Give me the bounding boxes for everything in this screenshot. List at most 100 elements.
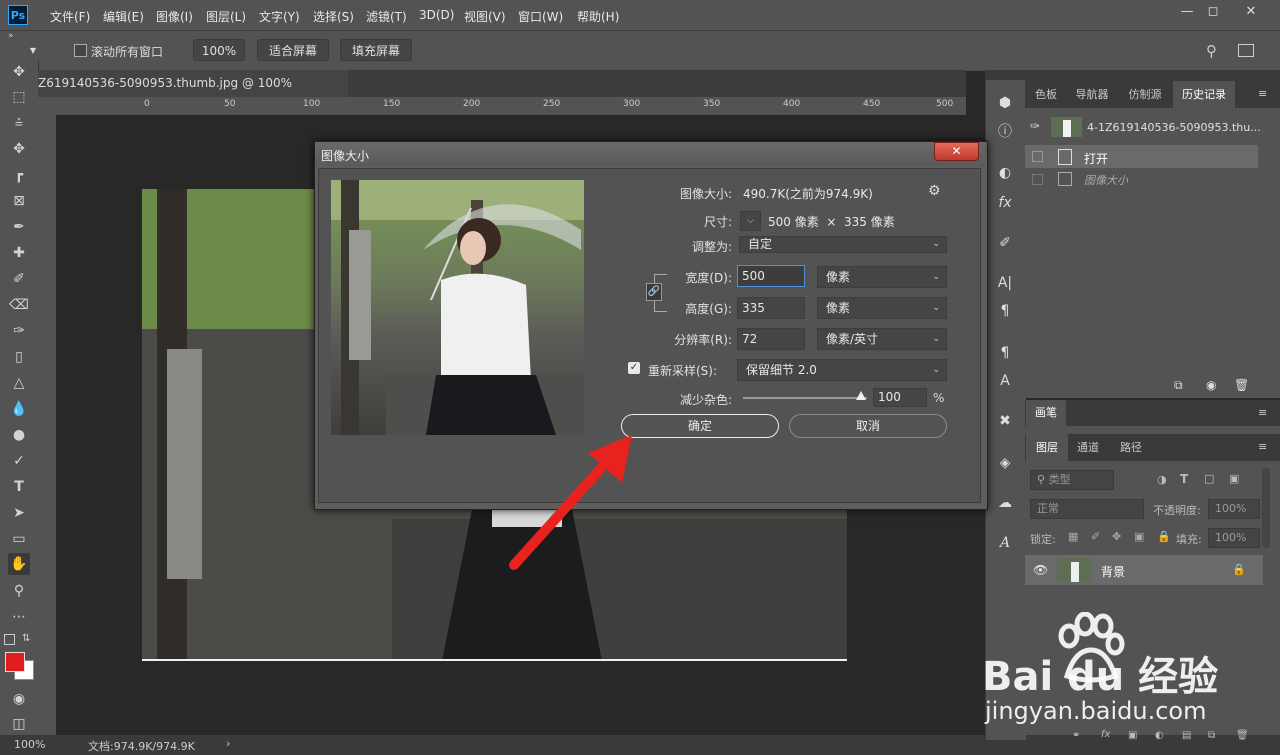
dodge-tool-icon[interactable]: ●	[8, 424, 30, 446]
tab-layers[interactable]: 图层	[1026, 434, 1068, 461]
filter-smart-icon[interactable]: ▣	[1229, 472, 1239, 485]
link-layers-icon[interactable]: ⚭	[1072, 730, 1080, 741]
eyedropper-tool-icon[interactable]: ✒	[8, 216, 30, 238]
menu-layer[interactable]: 图层(L)	[206, 8, 246, 25]
libraries-icon[interactable]: ☁	[993, 492, 1017, 514]
noise-slider-track[interactable]	[743, 397, 867, 399]
layer-fx-icon[interactable]: fx	[1101, 729, 1110, 740]
menu-select[interactable]: 选择(S)	[313, 8, 354, 25]
quick-select-tool-icon[interactable]: ✥	[8, 138, 30, 160]
menu-type[interactable]: 文字(Y)	[259, 8, 300, 25]
fill-field[interactable]: 100%	[1208, 528, 1260, 548]
maximize-icon[interactable]: ◻	[1202, 4, 1224, 20]
layer-mask-icon[interactable]: ▣	[1128, 730, 1137, 741]
move-tool-icon[interactable]: ✥	[8, 61, 30, 83]
screen-mode-icon[interactable]: ◫	[8, 713, 30, 735]
delete-layer-icon[interactable]: 🗑	[1236, 730, 1249, 741]
noise-slider-thumb[interactable]	[856, 391, 866, 400]
image-preview[interactable]	[331, 180, 584, 435]
foreground-color-swatch[interactable]	[5, 652, 25, 672]
fill-screen-button[interactable]: 填充屏幕	[340, 39, 412, 61]
tab-swatches[interactable]: 色板	[1027, 81, 1065, 108]
character-styles-icon[interactable]: A	[993, 370, 1017, 392]
fit-to-select[interactable]: 自定 ⌄	[739, 236, 947, 253]
cancel-button[interactable]: 取消	[789, 414, 947, 438]
fit-screen-button[interactable]: 适合屏幕	[257, 39, 329, 61]
eraser-tool-icon[interactable]: ▯	[8, 346, 30, 368]
brush-tool-icon[interactable]: ✐	[8, 268, 30, 290]
3d-icon[interactable]: ⬢	[993, 92, 1017, 114]
tab-paths[interactable]: 路径	[1110, 434, 1152, 461]
opacity-field[interactable]: 100%	[1208, 499, 1260, 519]
brush-menu-icon[interactable]: ≡	[1258, 406, 1267, 419]
pen-tool-icon[interactable]: ✓	[8, 450, 30, 472]
default-colors-icon[interactable]	[4, 634, 15, 645]
new-layer-icon[interactable]: ⧉	[1208, 730, 1215, 741]
properties-icon[interactable]: ◈	[993, 452, 1017, 474]
lasso-tool-icon[interactable]: ⩮	[8, 112, 30, 134]
document-tab[interactable]: Z619140536-5090953.thumb.jpg @ 100%(RGB/…	[38, 70, 348, 117]
info-icon[interactable]: ⓘ	[993, 121, 1017, 143]
lock-transparent-icon[interactable]: ▦	[1068, 530, 1078, 543]
hand-tool-icon[interactable]: ✋	[8, 553, 30, 575]
paragraph-icon[interactable]: ¶	[993, 300, 1017, 322]
history-menu-icon[interactable]: ≡	[1258, 87, 1267, 100]
layer-name[interactable]: 背景	[1101, 563, 1125, 580]
lock-position-icon[interactable]: ✥	[1112, 530, 1121, 543]
menu-window[interactable]: 窗口(W)	[518, 8, 563, 25]
adjustment-layer-icon[interactable]: ◐	[1155, 730, 1164, 741]
settings-gear-icon[interactable]: ⚙	[928, 183, 941, 199]
swap-colors-icon[interactable]: ⇅	[22, 633, 30, 644]
lock-all-icon[interactable]: 🔒	[1157, 530, 1171, 543]
tools-panel-icon[interactable]: ✖	[993, 410, 1017, 432]
brush-panel-icon[interactable]: ✐	[993, 232, 1017, 254]
stamp-tool-icon[interactable]: ⌫	[8, 294, 30, 316]
status-arrow-icon[interactable]: ›	[226, 737, 230, 750]
filter-shape-icon[interactable]: □	[1204, 472, 1214, 485]
glyphs-icon[interactable]: A	[993, 532, 1017, 554]
hand-preset-icon[interactable]: ▾	[30, 43, 36, 57]
menu-filter[interactable]: 滤镜(T)	[366, 8, 407, 25]
menu-view[interactable]: 视图(V)	[464, 8, 506, 25]
filter-pixel-icon[interactable]: ◑	[1157, 473, 1167, 486]
marquee-tool-icon[interactable]: ⬚	[8, 86, 30, 108]
tab-brushes[interactable]: 画笔	[1026, 400, 1066, 426]
status-zoom[interactable]: 100%	[14, 738, 45, 751]
tab-clone-source[interactable]: 仿制源	[1120, 81, 1170, 108]
history-item-label[interactable]: 图像大小	[1084, 172, 1128, 188]
height-input[interactable]: 335	[737, 297, 805, 319]
width-input[interactable]: 500	[737, 265, 805, 287]
quick-mask-icon[interactable]: ◉	[8, 688, 30, 710]
trash-icon[interactable]: 🗑	[1234, 378, 1249, 392]
menu-file[interactable]: 文件(F)	[50, 8, 90, 25]
dialog-close-button[interactable]: ✕	[934, 142, 979, 161]
snapshot-camera-icon[interactable]: ◉	[1206, 378, 1216, 392]
resample-checkbox[interactable]: ✓	[628, 362, 640, 374]
adjustments-icon[interactable]: ◐	[993, 162, 1017, 184]
rectangle-tool-icon[interactable]: ▭	[8, 528, 30, 550]
paragraph-styles-icon[interactable]: ¶	[993, 342, 1017, 364]
lock-pixels-icon[interactable]: ✐	[1091, 530, 1100, 543]
layer-filter-select[interactable]: ⚲ 类型	[1030, 470, 1114, 490]
lock-artboard-icon[interactable]: ▣	[1134, 530, 1144, 543]
menu-help[interactable]: 帮助(H)	[577, 8, 619, 25]
layers-menu-icon[interactable]: ≡	[1258, 440, 1267, 453]
new-document-icon[interactable]: ⧉	[1174, 378, 1183, 393]
blur-tool-icon[interactable]: 💧	[8, 398, 30, 420]
tab-channels[interactable]: 通道	[1068, 434, 1108, 461]
close-icon[interactable]: ✕	[1240, 4, 1262, 20]
scroll-all-checkbox[interactable]	[74, 44, 87, 57]
bucket-tool-icon[interactable]: △	[8, 372, 30, 394]
filter-type-icon[interactable]: T	[1180, 472, 1188, 486]
fx-icon[interactable]: fx	[993, 192, 1017, 214]
tab-navigator[interactable]: 导航器	[1068, 81, 1116, 108]
noise-input[interactable]: 100	[873, 388, 927, 407]
tab-history[interactable]: 历史记录	[1173, 81, 1235, 108]
dimensions-dropdown-icon[interactable]: ⌵	[740, 211, 761, 231]
dialog-titlebar[interactable]	[315, 142, 985, 166]
crop-tool-icon[interactable]: ┏	[8, 164, 30, 186]
resolution-input[interactable]: 72	[737, 328, 805, 350]
menu-3d[interactable]: 3D(D)	[419, 8, 454, 22]
type-tool-icon[interactable]: T	[8, 476, 30, 498]
snapshot-name[interactable]: 4-1Z619140536-5090953.thu...	[1087, 121, 1261, 134]
